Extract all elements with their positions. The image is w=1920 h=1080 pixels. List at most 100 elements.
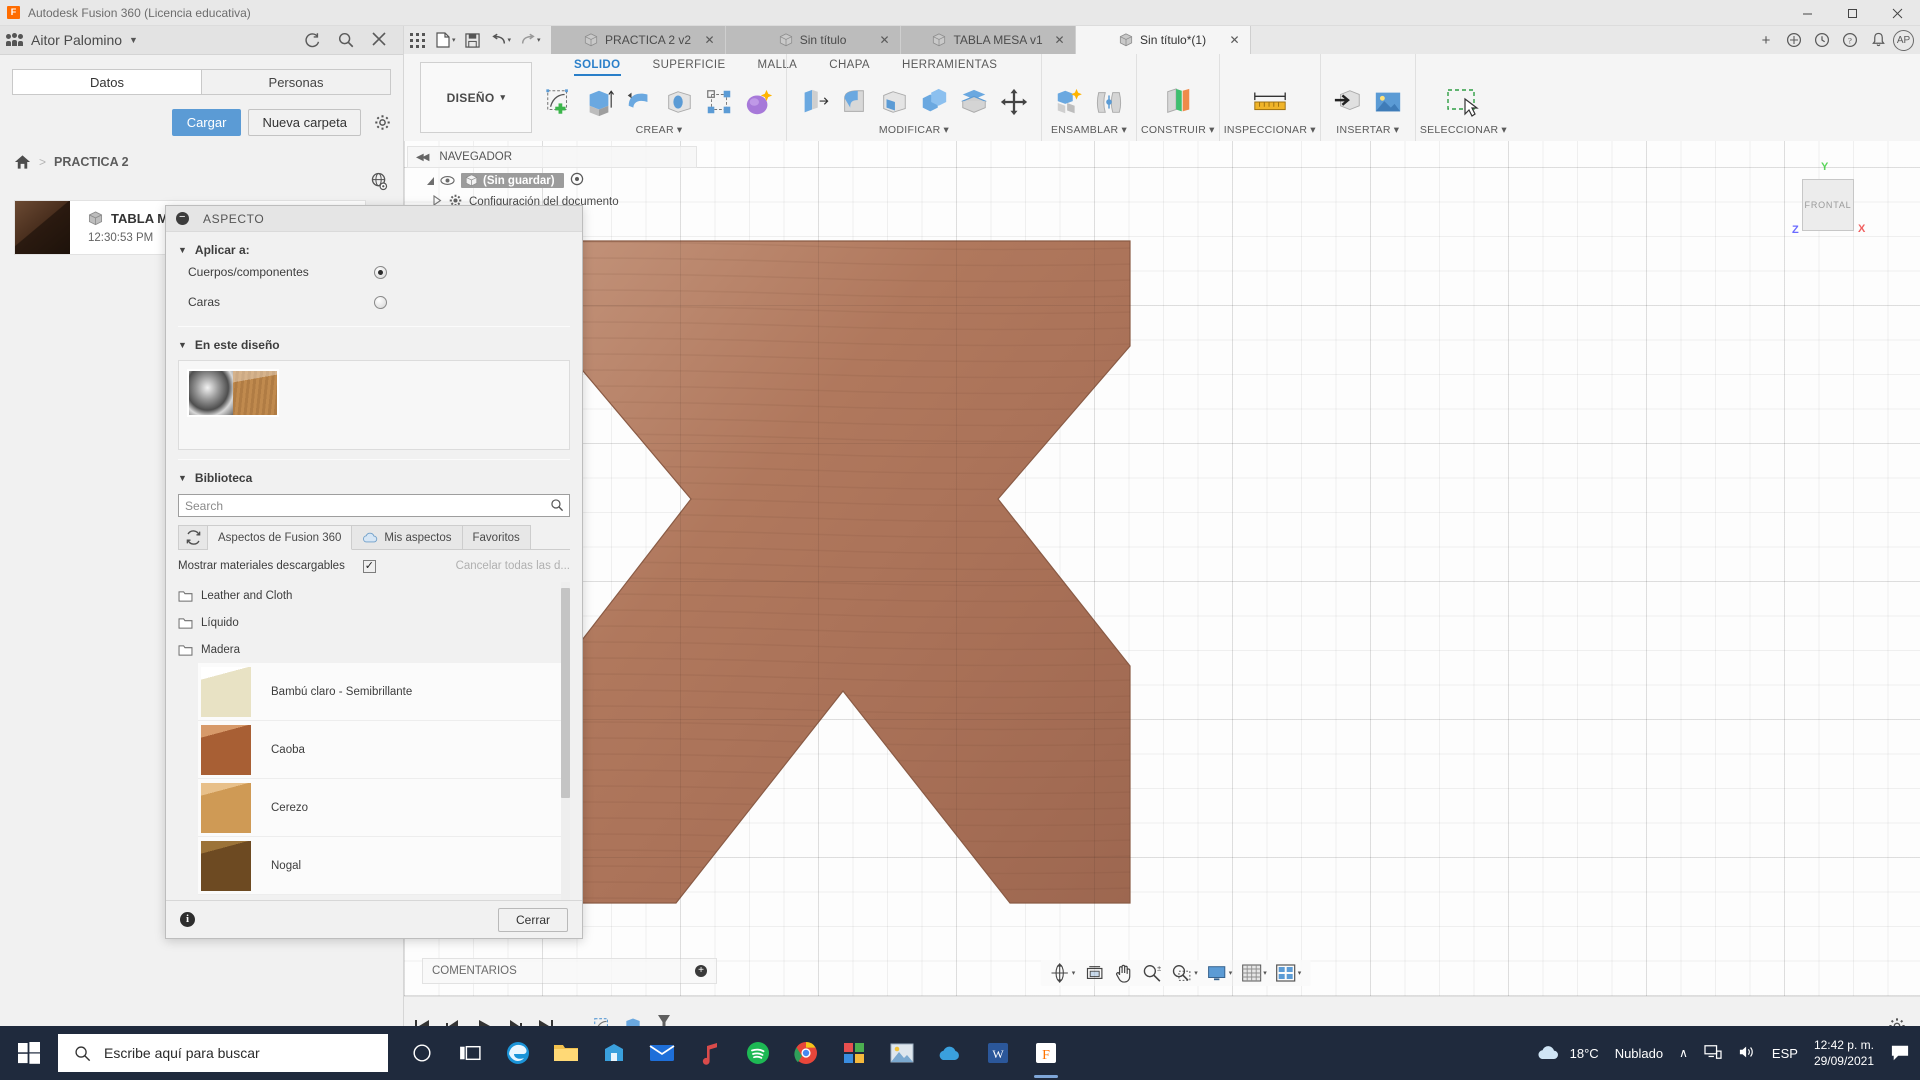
minimize-button[interactable] bbox=[1785, 0, 1830, 26]
collapse-dialog-icon[interactable]: − bbox=[176, 212, 189, 225]
job-status-icon[interactable] bbox=[1809, 26, 1835, 54]
ribbon-group-label[interactable]: CONSTRUIR ▾ bbox=[1141, 124, 1215, 136]
chevron-down-icon[interactable]: ▾ bbox=[537, 36, 541, 44]
volume-icon[interactable] bbox=[1738, 1044, 1756, 1062]
extensions-icon[interactable] bbox=[1781, 26, 1807, 54]
look-at-tool[interactable] bbox=[1081, 964, 1107, 982]
chevron-down-icon[interactable]: ▼ bbox=[129, 35, 138, 45]
word-icon[interactable]: W bbox=[974, 1026, 1022, 1080]
spotify-icon[interactable] bbox=[734, 1026, 782, 1080]
home-icon[interactable] bbox=[14, 154, 31, 170]
swatch-wood[interactable] bbox=[233, 371, 277, 415]
show-downloadable-checkbox[interactable]: ✓ bbox=[362, 559, 376, 573]
folder-madera[interactable]: Madera bbox=[178, 636, 570, 663]
zoom-tool[interactable]: ± bbox=[1138, 963, 1164, 983]
collapse-icon[interactable]: ◀◀ bbox=[416, 152, 429, 163]
apps-grid-icon[interactable] bbox=[830, 1026, 878, 1080]
workspace-switcher[interactable]: DISEÑO ▾ bbox=[420, 62, 532, 133]
search-icon[interactable] bbox=[550, 498, 564, 512]
ribbon-group-label[interactable]: INSERTAR ▾ bbox=[1336, 124, 1399, 136]
material-row-caoba[interactable]: Caoba bbox=[198, 721, 570, 779]
close-dialog-button[interactable]: Cerrar bbox=[497, 907, 568, 932]
new-component-icon[interactable] bbox=[1052, 85, 1086, 119]
info-icon[interactable]: i bbox=[180, 912, 195, 927]
tab-mis-aspectos[interactable]: Mis aspectos bbox=[352, 525, 463, 549]
doc-tab-tabla-mesa[interactable]: TABLA MESA v1 ✕ bbox=[900, 26, 1076, 54]
file-explorer-icon[interactable] bbox=[542, 1026, 590, 1080]
language-indicator[interactable]: ESP bbox=[1772, 1046, 1798, 1061]
insert-image-icon[interactable] bbox=[1371, 85, 1405, 119]
ribbon-group-label[interactable]: ENSAMBLAR ▾ bbox=[1051, 124, 1127, 136]
library-list[interactable]: Leather and Cloth Líquido Madera Bambú c… bbox=[178, 582, 570, 900]
material-row-cerezo[interactable]: Cerezo bbox=[198, 779, 570, 837]
library-scrollbar-thumb[interactable] bbox=[561, 588, 570, 798]
display-settings-tool[interactable]: ▾ bbox=[1204, 964, 1236, 982]
move-copy-icon[interactable] bbox=[997, 85, 1031, 119]
radio-bodies[interactable] bbox=[374, 265, 387, 279]
apply-to-section-header[interactable]: ▼ Aplicar a: bbox=[178, 243, 570, 257]
folder-leather-and-cloth[interactable]: Leather and Cloth bbox=[178, 582, 570, 609]
view-cube[interactable]: FRONTAL Y X Z bbox=[1780, 161, 1875, 246]
app-grid-icon[interactable] bbox=[404, 26, 430, 54]
upload-button[interactable]: Cargar bbox=[171, 109, 242, 136]
appearance-dialog[interactable]: − ASPECTO ▼ Aplicar a: Cuerpos/component… bbox=[165, 205, 583, 939]
x-shaped-table-board[interactable] bbox=[561, 240, 1131, 904]
fusion360-taskbar-icon[interactable]: F bbox=[1022, 1026, 1070, 1080]
material-row-bambu[interactable]: Bambú claro - Semibrillante bbox=[198, 663, 570, 721]
visibility-eye-icon[interactable] bbox=[440, 175, 455, 186]
orbit-tool[interactable]: ▾ bbox=[1047, 963, 1079, 983]
close-panel-icon[interactable] bbox=[371, 31, 389, 49]
refresh-icon[interactable] bbox=[303, 31, 321, 49]
fillet-icon[interactable] bbox=[837, 85, 871, 119]
tray-expand-chevron-icon[interactable]: ∧ bbox=[1679, 1046, 1688, 1060]
chevron-down-icon[interactable]: ▾ bbox=[452, 36, 456, 44]
chrome-icon[interactable] bbox=[782, 1026, 830, 1080]
chevron-down-icon[interactable]: ▾ bbox=[1072, 969, 1076, 977]
in-design-section-header[interactable]: ▼ En este diseño bbox=[178, 338, 570, 352]
ribbon-group-label[interactable]: INSPECCIONAR ▾ bbox=[1224, 124, 1316, 136]
new-folder-button[interactable]: Nueva carpeta bbox=[248, 109, 361, 136]
close-button[interactable] bbox=[1875, 0, 1920, 26]
expand-triangle-icon[interactable] bbox=[427, 176, 434, 185]
view-cube-front-face[interactable]: FRONTAL bbox=[1802, 179, 1854, 231]
add-comment-icon[interactable]: + bbox=[695, 965, 707, 977]
new-tab-button[interactable]: + bbox=[1753, 26, 1779, 54]
shell-icon[interactable] bbox=[877, 85, 911, 119]
library-section-header[interactable]: ▼ Biblioteca bbox=[178, 471, 570, 485]
search-input[interactable] bbox=[178, 494, 570, 517]
cortana-icon[interactable] bbox=[398, 1026, 446, 1080]
breadcrumb-current[interactable]: PRACTICA 2 bbox=[54, 155, 129, 169]
help-icon[interactable]: ? bbox=[1837, 26, 1863, 54]
ribbon-group-label[interactable]: CREAR ▾ bbox=[636, 124, 683, 136]
avatar[interactable]: AP bbox=[1893, 29, 1914, 51]
insert-derive-icon[interactable] bbox=[1331, 85, 1365, 119]
comments-panel[interactable]: COMENTARIOS + bbox=[422, 958, 717, 984]
pan-tool[interactable] bbox=[1110, 963, 1135, 983]
navigator-root-item[interactable]: (Sin guardar) bbox=[461, 173, 564, 188]
swatch-metal[interactable] bbox=[189, 371, 233, 415]
search-icon[interactable] bbox=[337, 31, 355, 49]
network-icon[interactable] bbox=[1704, 1044, 1722, 1062]
pattern-icon[interactable] bbox=[702, 85, 736, 119]
weather-temperature[interactable]: 18°C bbox=[1570, 1046, 1599, 1061]
music-icon[interactable] bbox=[686, 1026, 734, 1080]
action-center-icon[interactable] bbox=[1890, 1044, 1909, 1062]
chevron-down-icon[interactable]: ▾ bbox=[1194, 969, 1198, 977]
offset-face-icon[interactable] bbox=[957, 85, 991, 119]
start-button-icon[interactable] bbox=[0, 1026, 58, 1080]
design-canvas[interactable]: ◀◀ NAVEGADOR (Sin guardar) Configuración… bbox=[404, 141, 1920, 996]
maximize-button[interactable] bbox=[1830, 0, 1875, 26]
taskbar-search[interactable]: Escribe aquí para buscar bbox=[58, 1034, 388, 1072]
close-tab-icon[interactable]: ✕ bbox=[1054, 33, 1064, 47]
form-sculpt-icon[interactable] bbox=[742, 85, 776, 119]
gear-icon[interactable] bbox=[374, 114, 391, 131]
extrude-icon[interactable] bbox=[582, 85, 616, 119]
mail-icon[interactable] bbox=[638, 1026, 686, 1080]
chevron-down-icon[interactable]: ▾ bbox=[1263, 969, 1267, 977]
tab-personas[interactable]: Personas bbox=[202, 69, 391, 95]
cancel-all-downloads-link[interactable]: Cancelar todas las d... bbox=[456, 560, 570, 572]
weather-cloud-icon[interactable] bbox=[1536, 1044, 1558, 1062]
revolve-icon[interactable] bbox=[622, 85, 656, 119]
ribbon-group-label[interactable]: MODIFICAR ▾ bbox=[879, 124, 949, 136]
store-icon[interactable] bbox=[590, 1026, 638, 1080]
